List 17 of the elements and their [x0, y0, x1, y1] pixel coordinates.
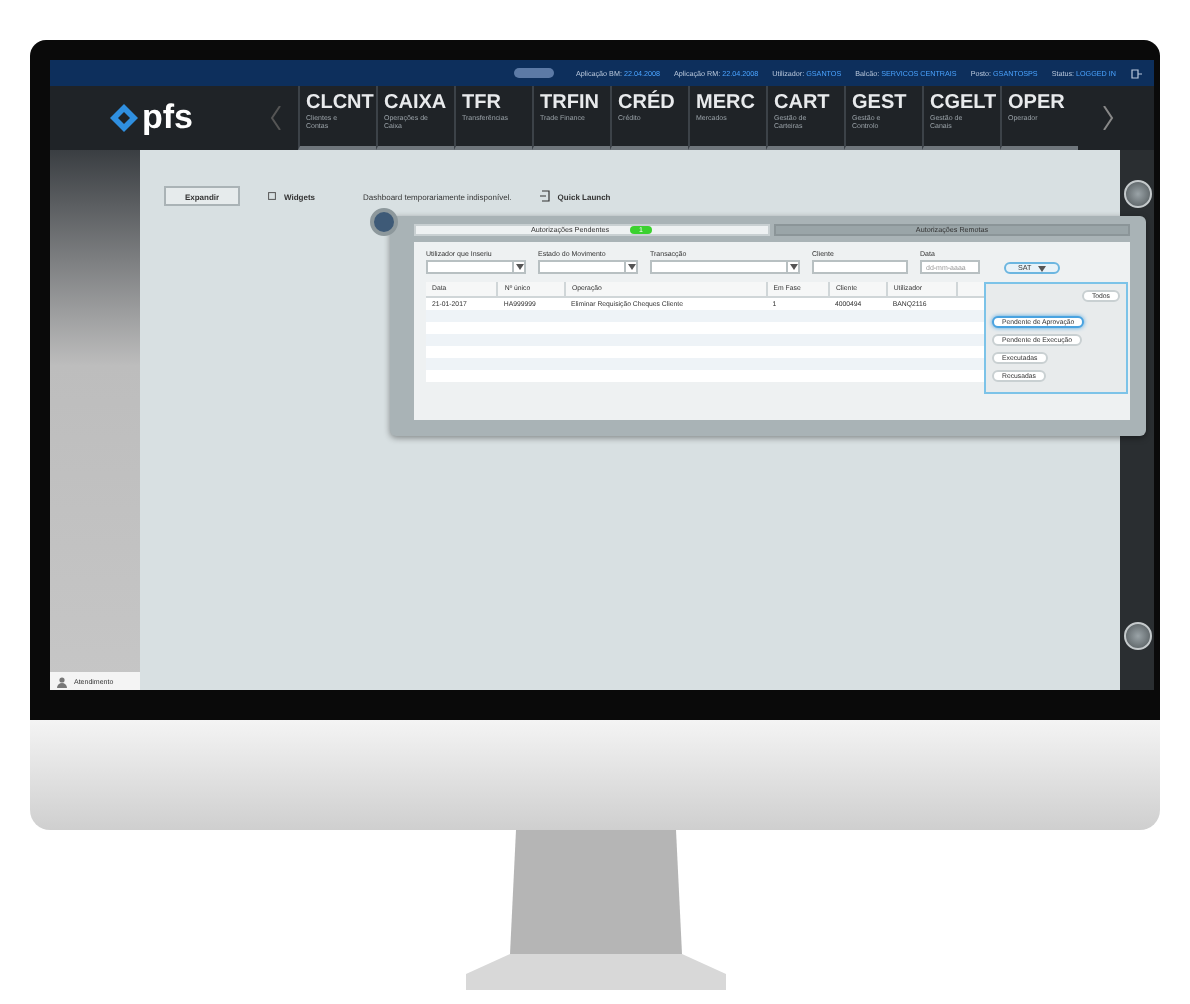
user-icon [56, 675, 68, 687]
select-field[interactable] [426, 260, 526, 274]
logout-icon[interactable] [1130, 67, 1142, 79]
round-button[interactable] [1123, 180, 1151, 208]
select-field[interactable] [538, 260, 638, 274]
status-pill [513, 68, 554, 78]
caret-icon [1037, 265, 1046, 271]
caret-icon [789, 264, 797, 270]
logo-text: pfs [142, 98, 193, 138]
caret-icon [515, 264, 523, 270]
launch-icon [539, 190, 550, 202]
select-field[interactable] [650, 260, 800, 274]
round-button[interactable] [1123, 622, 1151, 650]
input-field[interactable] [812, 260, 908, 274]
logo-diamond-icon [110, 104, 138, 132]
widget-icon [268, 192, 276, 200]
caret-icon [627, 264, 635, 270]
